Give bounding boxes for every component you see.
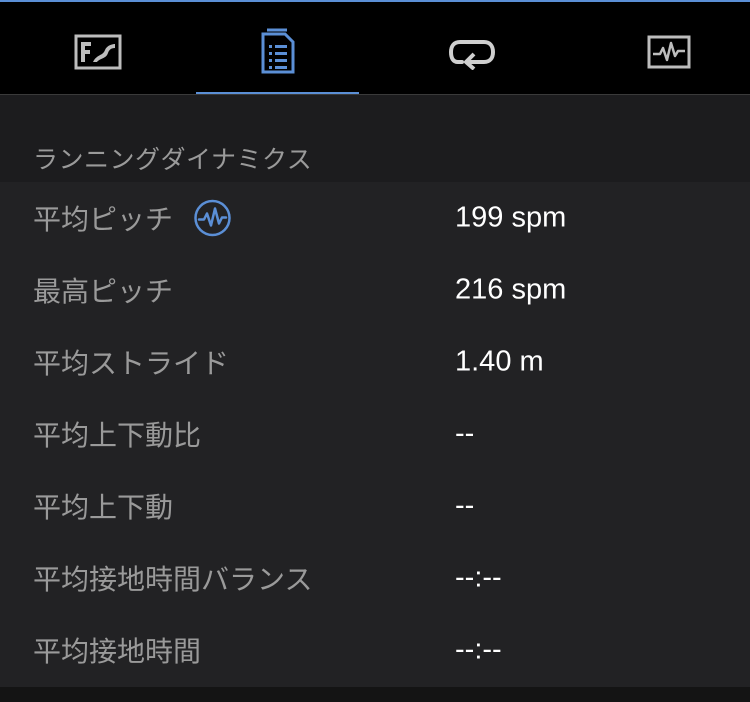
top-accent-line	[0, 0, 750, 10]
stat-label: 平均接地時間	[33, 635, 202, 668]
active-tab-indicator	[196, 92, 359, 94]
stat-label: 平均ピッチ	[33, 203, 174, 236]
stat-row-avg-gct: 平均接地時間 --:--	[0, 614, 750, 686]
tab-bar	[0, 10, 750, 95]
running-dynamics-info-icon[interactable]	[193, 199, 232, 238]
graph-icon	[647, 34, 691, 70]
section-title: ランニングダイナミクス	[33, 145, 313, 174]
tab-laps[interactable]	[390, 10, 553, 94]
section-header: ランニングダイナミクス	[0, 95, 750, 182]
stat-value: --:--	[455, 561, 502, 594]
stat-label: 平均ストライド	[33, 347, 230, 380]
bottom-divider	[0, 687, 750, 702]
laps-icon	[448, 34, 496, 70]
stat-row-avg-vertical-ratio: 平均上下動比 --	[0, 398, 750, 470]
stat-value: --	[455, 417, 475, 450]
tab-stats[interactable]	[196, 10, 359, 94]
stat-value: 1.40 m	[455, 345, 544, 378]
stat-row-avg-stride: 平均ストライド 1.40 m	[0, 326, 750, 398]
tab-graph[interactable]	[587, 10, 750, 94]
stat-label: 平均上下動	[33, 491, 174, 524]
stat-row-avg-gct-balance: 平均接地時間バランス --:--	[0, 542, 750, 614]
stat-row-max-cadence: 最高ピッチ 216 spm	[0, 254, 750, 326]
stats-list: 平均ピッチ 199 spm 最高ピッチ 216 spm 平均ストライド 1.40…	[0, 182, 750, 687]
stat-value: --:--	[455, 633, 502, 666]
stat-value: 199 spm	[455, 201, 567, 234]
map-summary-icon	[73, 32, 123, 72]
stat-row-avg-cadence: 平均ピッチ 199 spm	[0, 182, 750, 254]
stat-row-avg-vertical-oscillation: 平均上下動 --	[0, 470, 750, 542]
stat-label: 平均上下動比	[33, 419, 202, 452]
stats-list-icon	[260, 28, 296, 76]
stats-content: ランニングダイナミクス 平均ピッチ 199 spm 最高ピッチ 216 spm …	[0, 95, 750, 702]
stat-value: 216 spm	[455, 273, 567, 306]
stat-label: 平均接地時間バランス	[33, 563, 313, 596]
stat-value: --	[455, 489, 475, 522]
stat-label: 最高ピッチ	[33, 275, 174, 308]
tab-map-summary[interactable]	[0, 10, 196, 94]
